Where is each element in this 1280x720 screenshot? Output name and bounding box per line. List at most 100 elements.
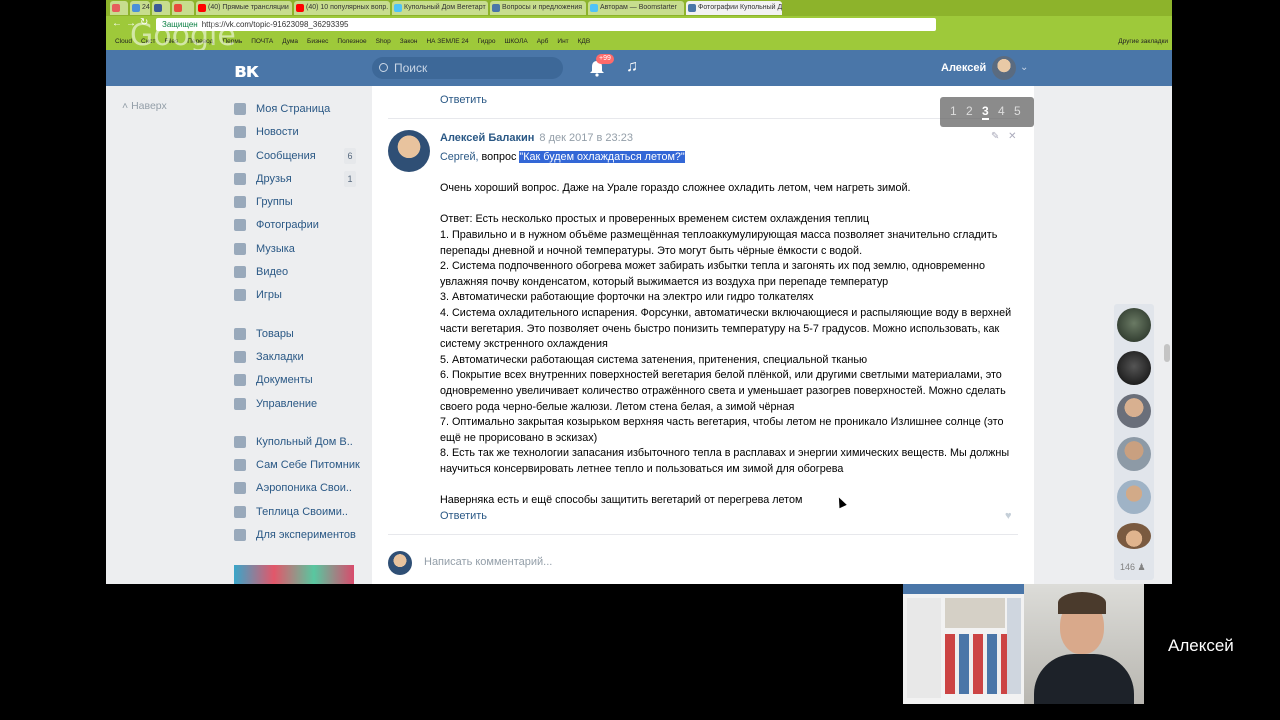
groups-icon: [234, 196, 246, 209]
search-input[interactable]: Поиск: [372, 57, 563, 79]
sidebar-item-label: Новости: [256, 126, 299, 139]
browser-tab[interactable]: Вопросы и предложения: [490, 1, 586, 15]
bookmark-item[interactable]: Инт: [557, 38, 568, 45]
addressee-link[interactable]: Сергей,: [440, 151, 479, 163]
sidebar-item[interactable]: Игры: [234, 286, 356, 309]
browser-tab[interactable]: Авторам — Boomstarter: [588, 1, 684, 15]
comment-input[interactable]: Написать комментарий...: [424, 556, 552, 568]
browser-tab[interactable]: 24: [130, 1, 150, 15]
sidebar-item[interactable]: Группы: [234, 193, 356, 216]
sidebar-item[interactable]: Управление: [234, 395, 356, 418]
bookmark-item[interactable]: Бизнес: [307, 38, 328, 45]
bookmark-item[interactable]: КДВ: [578, 38, 591, 45]
scrollbar[interactable]: [1164, 344, 1170, 362]
online-avatar[interactable]: [1117, 351, 1151, 385]
sidebar-item[interactable]: Товары: [234, 325, 356, 348]
question-highlight: "Как будем охлаждаться летом?": [519, 151, 685, 163]
sidebar-item[interactable]: Новости: [234, 123, 356, 146]
vk-logo[interactable]: вк: [234, 58, 259, 82]
browser-tab[interactable]: (40) Прямые трансляции: [196, 1, 292, 15]
online-avatar[interactable]: [1117, 523, 1151, 549]
address-bar-row: ← → ↻ Защищен https://vk.com/topic-916230…: [106, 16, 1172, 34]
document-icon: [234, 374, 246, 387]
group-icon: [234, 435, 246, 448]
bookmark-item[interactable]: ПОЧТА: [251, 38, 273, 45]
tab-favicon: [154, 4, 162, 12]
music-icon[interactable]: ♫: [626, 58, 638, 76]
bookmark-item[interactable]: Закон: [400, 38, 418, 45]
prev-reply-link[interactable]: Ответить: [440, 94, 487, 106]
sidebar-item-label: Купольный Дом В..: [256, 435, 353, 448]
sidebar-count-badge: 6: [344, 147, 356, 164]
music-icon: [234, 242, 246, 255]
sidebar-item[interactable]: Моя Страница: [234, 100, 356, 123]
browser-tab[interactable]: [110, 1, 128, 15]
bookmark-item[interactable]: Гидро: [478, 38, 496, 45]
url-field[interactable]: Защищен https://vk.com/topic-91623098_362…: [156, 18, 936, 31]
header-username[interactable]: Алексей: [941, 62, 986, 74]
bookmark-item[interactable]: ШКОЛА: [504, 38, 527, 45]
sidebar-item[interactable]: Друзья 1: [234, 170, 356, 193]
sidebar-item[interactable]: Сам Себе Питомник: [234, 456, 360, 479]
tab-favicon: [132, 4, 140, 12]
page-number[interactable]: 1: [950, 104, 957, 118]
post-date[interactable]: 8 дек 2017 в 23:23: [539, 132, 633, 144]
bookmark-item[interactable]: Полезное: [337, 38, 366, 45]
edit-icon[interactable]: ✎: [991, 131, 999, 142]
sidebar-item[interactable]: Музыка: [234, 240, 356, 263]
conclusion-text: Наверняка есть и ещё способы защитить ве…: [440, 494, 803, 507]
sidebar-item[interactable]: Для экспериментов: [234, 526, 356, 549]
back-to-top[interactable]: ˄ Наверх: [122, 100, 167, 112]
tab-favicon: [112, 4, 120, 12]
bookmark-item[interactable]: Дума: [282, 38, 298, 45]
chevron-down-icon[interactable]: ⌄: [1020, 62, 1028, 73]
heart-icon[interactable]: ♥: [1005, 510, 1012, 522]
sidebar-item[interactable]: Аэропоника Свои..: [234, 479, 356, 502]
browser-tab[interactable]: [152, 1, 170, 15]
browser-tab[interactable]: [172, 1, 194, 15]
sidebar-item[interactable]: Сообщения 6: [234, 147, 356, 170]
tab-label: (40) 10 популярных вопр.: [306, 4, 389, 11]
header-avatar[interactable]: [992, 56, 1016, 80]
tab-favicon: [296, 4, 304, 12]
page-number[interactable]: 3: [982, 104, 989, 120]
question-line: Сергей, вопрос "Как будем охлаждаться ле…: [440, 150, 1020, 166]
sidebar-item-label: Группы: [256, 196, 293, 209]
bookmark-item[interactable]: Арб: [537, 38, 549, 45]
page-number[interactable]: 5: [1014, 104, 1021, 118]
sidebar-item[interactable]: Документы: [234, 371, 356, 394]
online-avatar[interactable]: [1117, 394, 1151, 428]
online-avatar[interactable]: [1117, 437, 1151, 471]
browser-tab[interactable]: Фотографии Купольный Д: [686, 1, 782, 15]
browser-tab[interactable]: Купольный Дом Вегетарт: [392, 1, 488, 15]
sidebar-item[interactable]: Видео: [234, 263, 356, 286]
sidebar-item-label: Фотографии: [256, 219, 319, 232]
page-number[interactable]: 2: [966, 104, 973, 118]
shopping-bag-icon: [234, 327, 246, 340]
ad-image[interactable]: [234, 565, 354, 584]
close-icon[interactable]: ✕: [1008, 131, 1016, 142]
sidebar-item[interactable]: Фотографии: [234, 216, 356, 239]
answer-point: 6. Покрытие всех внутренних поверхностей…: [440, 369, 1006, 413]
sidebar-item-label: Сообщения: [256, 149, 316, 162]
author-name[interactable]: Алексей Балакин: [440, 132, 534, 144]
reply-link[interactable]: Ответить: [440, 510, 487, 522]
answer-point: 2. Система подпочвенного обогрева может …: [440, 260, 985, 288]
sidebar-item[interactable]: Купольный Дом В..: [234, 433, 356, 456]
bookmark-item[interactable]: НА ЗЕМЛЕ 24: [426, 38, 468, 45]
sidebar-item-label: Музыка: [256, 242, 295, 255]
back-nav-icon[interactable]: ←: [112, 18, 122, 29]
online-avatar[interactable]: [1117, 480, 1151, 514]
tab-label: (40) Прямые трансляции: [208, 4, 289, 11]
sidebar-item[interactable]: Закладки: [234, 348, 356, 371]
online-avatar[interactable]: [1117, 308, 1151, 342]
bookmark-item[interactable]: Другие закладки: [1118, 34, 1168, 50]
news-icon: [234, 126, 246, 139]
group-icon: [234, 529, 246, 542]
author-avatar[interactable]: [388, 130, 430, 172]
sidebar-item[interactable]: Теплица Своими..: [234, 503, 356, 526]
bookmark-item[interactable]: Shop: [376, 38, 391, 45]
tab-label: Вопросы и предложения: [502, 4, 583, 11]
browser-tab[interactable]: (40) 10 популярных вопр.: [294, 1, 390, 15]
page-number[interactable]: 4: [998, 104, 1005, 118]
